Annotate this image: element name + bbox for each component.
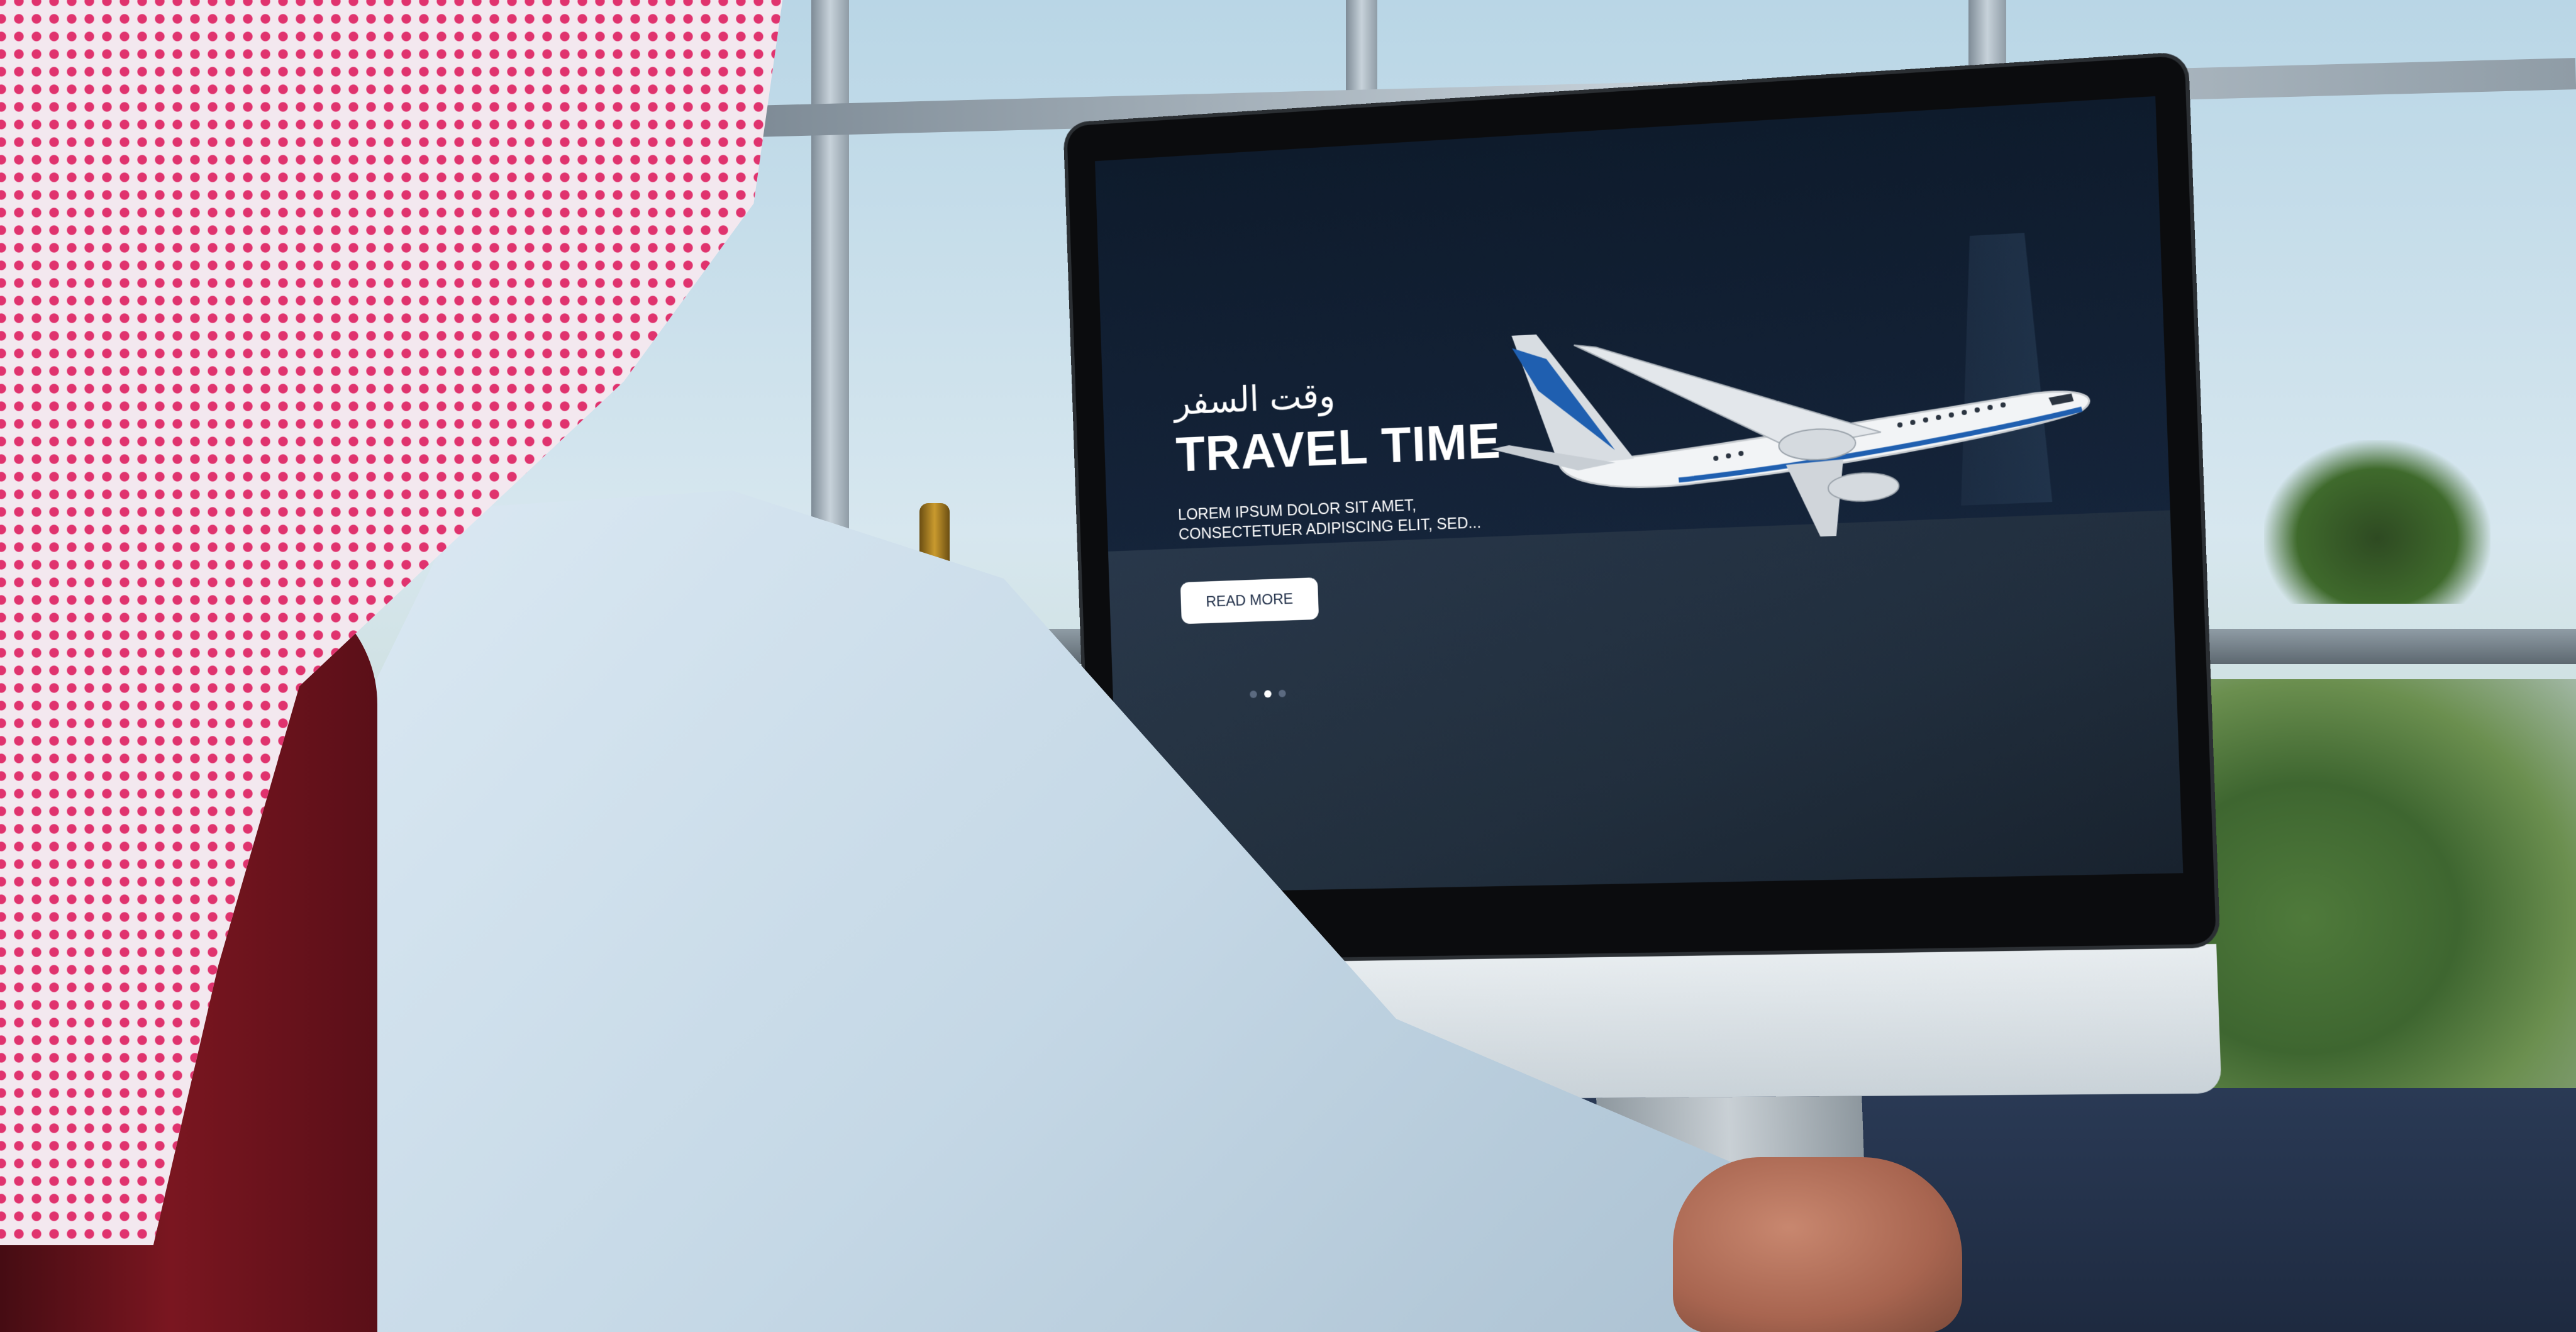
carousel-dot-3[interactable] xyxy=(1278,689,1286,697)
monitor-bezel: وقت السفر TRAVEL TIME LOREM IPSUM DOLOR … xyxy=(1067,55,2217,962)
hero-banner: وقت السفر TRAVEL TIME LOREM IPSUM DOLOR … xyxy=(1174,367,1521,624)
office-scene: وقت السفر TRAVEL TIME LOREM IPSUM DOLOR … xyxy=(0,0,2576,1332)
carousel-dots xyxy=(1250,689,1286,699)
hero-subtitle: LOREM IPSUM DOLOR SIT AMET, CONSECTETUER… xyxy=(1178,491,1519,545)
read-more-button[interactable]: READ MORE xyxy=(1180,577,1319,624)
hanging-plant xyxy=(2264,440,2490,604)
airplane-icon xyxy=(1491,293,2121,538)
person-hand-on-mouse xyxy=(1673,1157,1962,1332)
carousel-dot-1[interactable] xyxy=(1250,691,1257,699)
carousel-dot-2[interactable] xyxy=(1263,690,1272,698)
hero-title: TRAVEL TIME xyxy=(1175,412,1502,482)
monitor-screen: وقت السفر TRAVEL TIME LOREM IPSUM DOLOR … xyxy=(1095,96,2184,894)
